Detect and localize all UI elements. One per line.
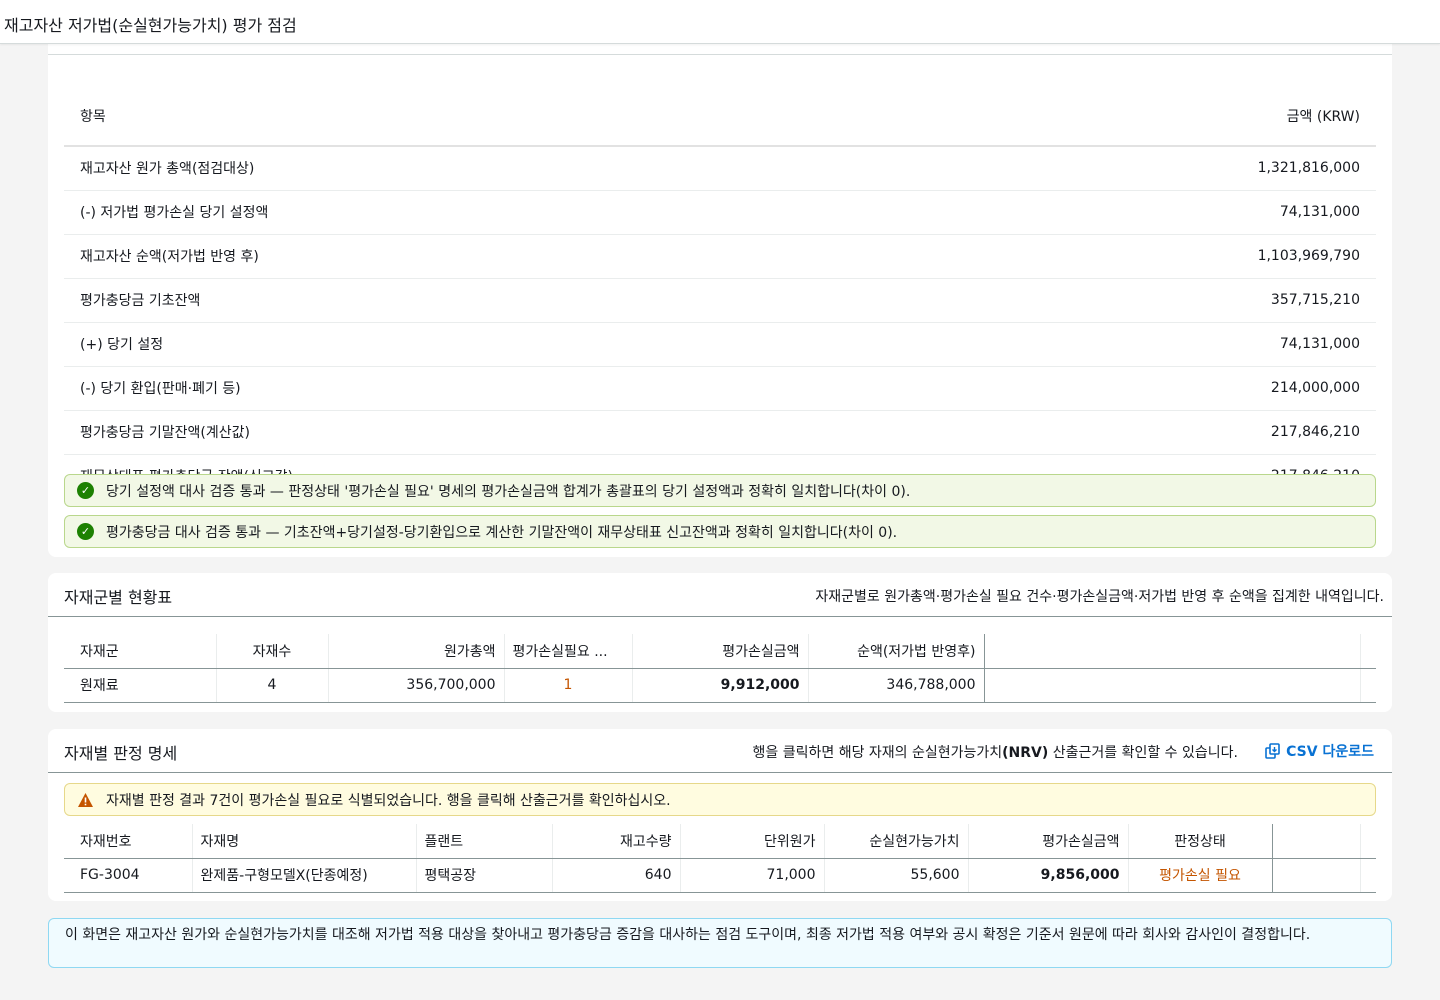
column-header[interactable]: 자재군 — [64, 634, 217, 669]
divider — [48, 54, 1392, 55]
warning-alert: 자재별 판정 결과 7건이 평가손실 필요로 식별되었습니다. 행을 클릭해 산… — [64, 783, 1376, 816]
panel-title: 자재군별 현황표 — [64, 588, 173, 607]
alert-text: 당기 설정액 대사 검증 통과 — 판정상태 '평가손실 필요' 명세의 평가손… — [106, 483, 911, 500]
cell-group: 원재료 — [64, 668, 217, 703]
table-row: 평가충당금 기말잔액(계산값) 217,846,210 — [64, 410, 1376, 455]
table-header-row: 자재군 자재수 원가총액 평가손실필요 ... 평가손실금액 순액(저가법 반영… — [64, 634, 1376, 669]
cell-cost: 356,700,000 — [328, 668, 505, 703]
column-header[interactable]: 판정상태 — [1128, 824, 1273, 859]
cell-unit-cost: 71,000 — [680, 858, 825, 893]
column-header[interactable]: 플랜트 — [416, 824, 553, 859]
column-header[interactable]: 자재수 — [216, 634, 329, 669]
table-row: 재고자산 원가 총액(점검대상) 1,321,816,000 — [64, 146, 1376, 191]
summary-header-row: 항목 금액 (KRW) — [64, 86, 1376, 147]
table-row: 재고자산 순액(저가법 반영 후) 1,103,969,790 — [64, 234, 1376, 279]
empty-cell — [1272, 858, 1361, 893]
column-header[interactable]: 자재번호 — [64, 824, 193, 859]
column-header-item: 항목 — [64, 86, 912, 147]
check-circle-icon: ✓ — [77, 523, 94, 540]
row-value: 74,131,000 — [911, 190, 1376, 235]
row-value: 217,846,210 — [911, 410, 1376, 455]
summary-panel: 항목 금액 (KRW) 재고자산 원가 총액(점검대상) 1,321,816,00… — [48, 30, 1392, 557]
csv-download-label: CSV 다운로드 — [1286, 744, 1374, 760]
table-row: 원재료 4 356,700,000 1 9,912,000 346,788,00… — [64, 668, 1376, 703]
row-value: 1,321,816,000 — [911, 146, 1376, 191]
row-value: 1,103,969,790 — [911, 234, 1376, 279]
table-row: (-) 당기 환입(판매·폐기 등) 214,000,000 — [64, 366, 1376, 411]
cell-loss: 9,856,000 — [968, 858, 1129, 893]
info-note: 이 화면은 재고자산 원가와 순실현가능가치를 대조해 저가법 적용 대상을 찾… — [48, 918, 1392, 968]
panel-header: 자재군별 현황표 자재군별로 원가총액·평가손실 필요 건수·평가손실금액·저가… — [48, 573, 1392, 617]
cell-nrv: 55,600 — [824, 858, 969, 893]
empty-column — [1360, 634, 1376, 669]
row-label: (+) 당기 설정 — [64, 322, 912, 367]
table-header-row: 자재번호 자재명 플랜트 재고수량 단위원가 순실현가능가치 평가손실금액 판정… — [64, 824, 1376, 859]
success-alert: ✓ 당기 설정액 대사 검증 통과 — 판정상태 '평가손실 필요' 명세의 평… — [64, 474, 1376, 507]
empty-cell — [984, 668, 1361, 703]
cell-net: 346,788,000 — [808, 668, 985, 703]
cell-code: FG-3004 — [64, 858, 193, 893]
column-header[interactable]: 평가손실필요 ... — [504, 634, 633, 669]
download-icon — [1265, 743, 1280, 759]
top-bar: 재고자산 저가법(순실현가능가치) 평가 점검 — [0, 0, 1440, 44]
row-label: (-) 당기 환입(판매·폐기 등) — [64, 366, 912, 411]
column-header[interactable]: 순액(저가법 반영후) — [808, 634, 985, 669]
empty-cell — [1360, 668, 1376, 703]
column-header[interactable]: 자재명 — [192, 824, 417, 859]
empty-column — [984, 634, 1361, 669]
row-value: 214,000,000 — [911, 366, 1376, 411]
empty-column — [1360, 824, 1376, 859]
row-label: 재고자산 원가 총액(점검대상) — [64, 146, 912, 191]
column-header[interactable]: 평가손실금액 — [968, 824, 1129, 859]
empty-cell — [1360, 858, 1376, 893]
panel-title: 자재별 판정 명세 — [64, 744, 178, 763]
group-table: 자재군 자재수 원가총액 평가손실필요 ... 평가손실금액 순액(저가법 반영… — [64, 634, 1376, 703]
column-header[interactable]: 평가손실금액 — [632, 634, 809, 669]
check-circle-icon: ✓ — [77, 482, 94, 499]
cell-name: 완제품-구형모델X(단종예정) — [192, 858, 417, 893]
row-label: 평가충당금 기말잔액(계산값) — [64, 410, 912, 455]
alert-text: 평가충당금 대사 검증 통과 — 기초잔액+당기설정-당기환입으로 계산한 기말… — [106, 524, 898, 541]
row-label: 평가충당금 기초잔액 — [64, 278, 912, 323]
page-title: 재고자산 저가법(순실현가능가치) 평가 점검 — [4, 16, 297, 35]
row-label: 재고자산 순액(저가법 반영 후) — [64, 234, 912, 279]
row-label: (-) 저가법 평가손실 당기 설정액 — [64, 190, 912, 235]
warning-icon — [78, 792, 93, 807]
row-value: 357,715,210 — [911, 278, 1376, 323]
panel-description: 자재군별로 원가총액·평가손실 필요 건수·평가손실금액·저가법 반영 후 순액… — [815, 589, 1384, 605]
description-text-end: 산출근거를 확인할 수 있습니다. — [1048, 745, 1238, 761]
panel-description: 행을 클릭하면 해당 자재의 순실현가능가치(NRV) 산출근거를 확인할 수 … — [753, 742, 1238, 762]
warning-text: 자재별 판정 결과 7건이 평가손실 필요로 식별되었습니다. 행을 클릭해 산… — [106, 792, 671, 809]
description-bold: (NRV) — [1002, 745, 1049, 761]
success-alert: ✓ 평가충당금 대사 검증 통과 — 기초잔액+당기설정-당기환입으로 계산한 … — [64, 515, 1376, 548]
items-panel: 자재별 판정 명세 행을 클릭하면 해당 자재의 순실현가능가치(NRV) 산출… — [48, 729, 1392, 901]
empty-column — [1272, 824, 1361, 859]
cell-plant: 평택공장 — [416, 858, 553, 893]
column-header[interactable]: 단위원가 — [680, 824, 825, 859]
group-panel: 자재군별 현황표 자재군별로 원가총액·평가손실 필요 건수·평가손실금액·저가… — [48, 573, 1392, 712]
column-header[interactable]: 순실현가능가치 — [824, 824, 969, 859]
cell-count: 4 — [216, 668, 329, 703]
row-value: 74,131,000 — [911, 322, 1376, 367]
cell-qty: 640 — [552, 858, 681, 893]
items-table: 자재번호 자재명 플랜트 재고수량 단위원가 순실현가능가치 평가손실금액 판정… — [64, 824, 1376, 893]
table-row: (+) 당기 설정 74,131,000 — [64, 322, 1376, 367]
summary-table: 항목 금액 (KRW) 재고자산 원가 총액(점검대상) 1,321,816,00… — [64, 86, 1376, 499]
column-header[interactable]: 원가총액 — [328, 634, 505, 669]
cell-loss-amount: 9,912,000 — [632, 668, 809, 703]
column-header-amount: 금액 (KRW) — [911, 86, 1376, 147]
table-row: 평가충당금 기초잔액 357,715,210 — [64, 278, 1376, 323]
cell-loss-count: 1 — [504, 668, 633, 703]
description-text: 행을 클릭하면 해당 자재의 순실현가능가치 — [752, 745, 1003, 761]
panel-header: 자재별 판정 명세 행을 클릭하면 해당 자재의 순실현가능가치(NRV) 산출… — [48, 729, 1392, 773]
table-row: (-) 저가법 평가손실 당기 설정액 74,131,000 — [64, 190, 1376, 235]
table-row[interactable]: FG-3004 완제품-구형모델X(단종예정) 평택공장 640 71,000 … — [64, 858, 1376, 893]
status-badge: 평가손실 필요 — [1128, 858, 1273, 893]
column-header[interactable]: 재고수량 — [552, 824, 681, 859]
csv-download-button[interactable]: CSV 다운로드 — [1264, 741, 1374, 761]
